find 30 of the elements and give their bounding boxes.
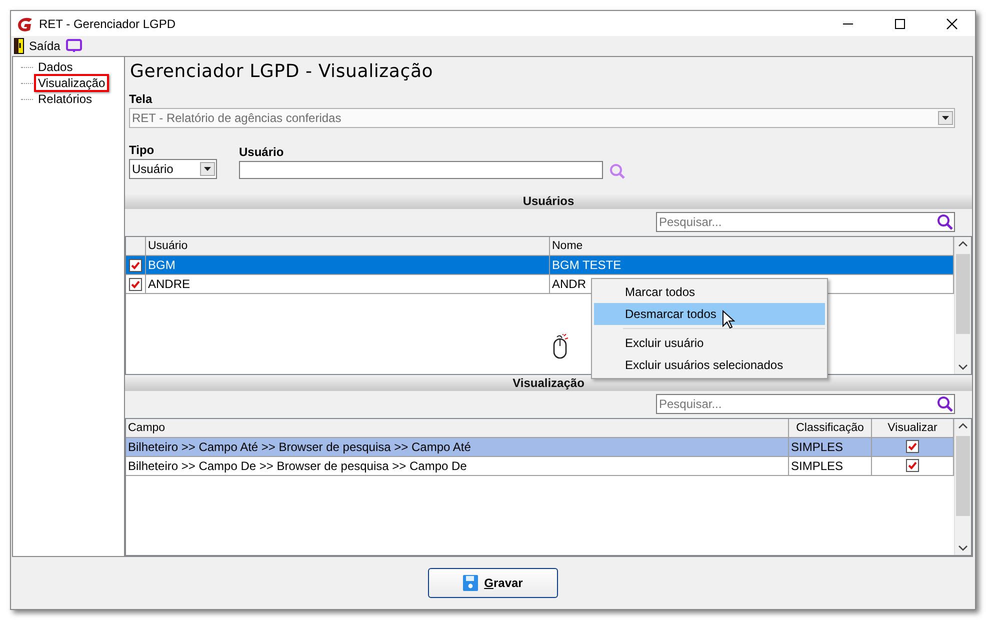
search-field[interactable]: Pesquisar... (656, 212, 955, 232)
tree-item[interactable]: Relatórios (34, 90, 96, 108)
column-header[interactable]: Usuário (146, 237, 550, 255)
field-label: Usuário (239, 145, 285, 159)
tree-item[interactable]: Dados (34, 58, 77, 76)
table-row[interactable]: Bilheteiro >> Campo De >> Browser de pesquisa >> Campo De SIMPLES (126, 456, 954, 476)
table-cell: ANDRE (146, 275, 550, 293)
table-cell: BGM (146, 256, 550, 274)
field-label: Tela (129, 92, 154, 106)
table-row[interactable]: Bilheteiro >> Campo Até >> Browser de pesquisa >> Campo Até SIMPLES (126, 438, 954, 456)
window-title: RET - Gerenciador LGPD (39, 16, 176, 30)
save-button[interactable]: Gravar (428, 568, 558, 598)
menu-item[interactable]: Excluir usuário (594, 332, 825, 354)
table-cell: Bilheteiro >> Campo Até >> Browser de pesquisa >> Campo Até (126, 438, 789, 456)
table-cell: Bilheteiro >> Campo De >> Browser de pesquisa >> Campo De (126, 456, 789, 474)
screen-dropdown[interactable]: RET - Relatório de agências conferidas (129, 108, 955, 128)
menu-item[interactable]: Saída (14, 38, 60, 54)
menu-item[interactable]: Desmarcar todos (594, 303, 825, 325)
table-row[interactable]: BGM BGM TESTE (126, 256, 954, 275)
tree-item[interactable]: Visualização (34, 74, 110, 92)
field-label: Tipo (129, 143, 156, 157)
section-title: Usuários (125, 193, 972, 209)
column-header[interactable]: Campo (126, 418, 789, 436)
column-header[interactable]: Classificação (789, 418, 872, 436)
table-cell: SIMPLES (789, 438, 872, 456)
page-heading: Gerenciador LGPD - Visualização (130, 61, 434, 82)
table-cell: SIMPLES (789, 456, 872, 474)
search-field[interactable]: Pesquisar... (656, 394, 955, 414)
type-dropdown[interactable]: Usuário (129, 159, 217, 179)
menu-item[interactable]: Excluir usuários selecionados (594, 354, 825, 376)
